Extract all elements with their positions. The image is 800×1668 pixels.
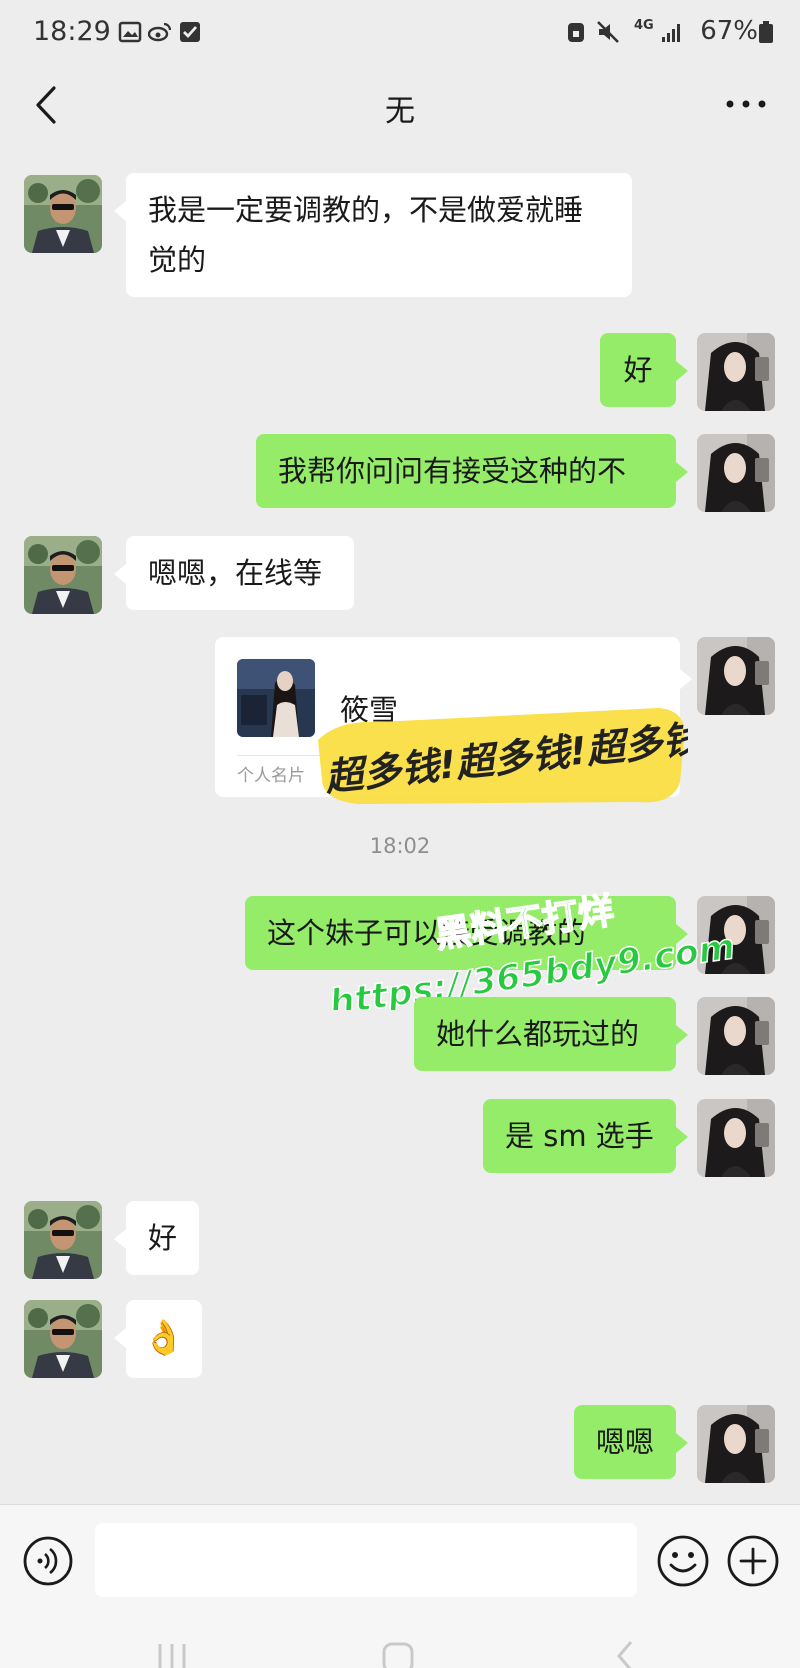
- message-bubble-sent[interactable]: 嗯嗯: [574, 1405, 688, 1479]
- scribble-overlay: 超多钱!超多钱!超多钱!: [318, 708, 688, 804]
- nav-back-icon[interactable]: [605, 1636, 645, 1668]
- self-avatar[interactable]: [697, 997, 775, 1075]
- plus-icon[interactable]: [725, 1533, 781, 1589]
- gallery-icon: [118, 21, 142, 43]
- signal-icon: [662, 24, 680, 42]
- checkbox-icon: [180, 22, 200, 42]
- voice-icon[interactable]: [22, 1535, 74, 1587]
- contact-card-photo: [237, 659, 315, 737]
- self-avatar[interactable]: [697, 1405, 775, 1483]
- message-bubble-emoji[interactable]: 👌: [114, 1300, 202, 1378]
- contact-avatar[interactable]: [24, 175, 102, 253]
- self-avatar[interactable]: [697, 434, 775, 512]
- message-bubble-sent[interactable]: 好: [600, 333, 688, 407]
- chat-title: 无: [385, 94, 415, 129]
- message-timestamp: 18:02: [369, 834, 431, 858]
- message-bubble-sent[interactable]: 是 sm 选手: [483, 1099, 688, 1173]
- input-bar: [0, 1504, 800, 1622]
- mute-icon: [597, 21, 619, 43]
- status-bar: 18:29 4G 67%: [0, 0, 800, 66]
- message-bubble-received[interactable]: 我是一定要调教的，不是做爱就睡觉的: [114, 173, 632, 297]
- home-icon[interactable]: [378, 1636, 418, 1668]
- emoji-icon[interactable]: [655, 1533, 711, 1589]
- message-bubble-received[interactable]: 嗯嗯，在线等: [114, 536, 354, 610]
- battery-level: 67%: [700, 16, 758, 46]
- weibo-icon: [148, 22, 172, 42]
- contact-card-label: 个人名片: [237, 766, 305, 786]
- system-navigation: [0, 1622, 800, 1668]
- self-avatar[interactable]: [697, 637, 775, 715]
- contact-avatar[interactable]: [24, 1201, 102, 1279]
- message-bubble-received[interactable]: 好: [114, 1201, 199, 1275]
- status-time: 18:29: [33, 16, 111, 47]
- self-avatar[interactable]: [697, 333, 775, 411]
- watermark-overlay: 黑料不打烊 https://365bdy9.com: [326, 890, 738, 1010]
- self-avatar[interactable]: [697, 1099, 775, 1177]
- lock-rotate-icon: [568, 23, 584, 42]
- network-label: 4G: [634, 18, 654, 33]
- message-bubble-sent[interactable]: 我帮你问问有接受这种的不: [256, 434, 688, 508]
- message-bubble-sent[interactable]: 她什么都玩过的: [414, 997, 688, 1071]
- contact-avatar[interactable]: [24, 1300, 102, 1378]
- message-input[interactable]: [95, 1523, 637, 1597]
- recent-apps-icon[interactable]: [152, 1636, 192, 1668]
- contact-avatar[interactable]: [24, 536, 102, 614]
- more-dots-icon[interactable]: [722, 84, 770, 124]
- chat-header: 无: [0, 66, 800, 146]
- battery-icon: [759, 21, 773, 43]
